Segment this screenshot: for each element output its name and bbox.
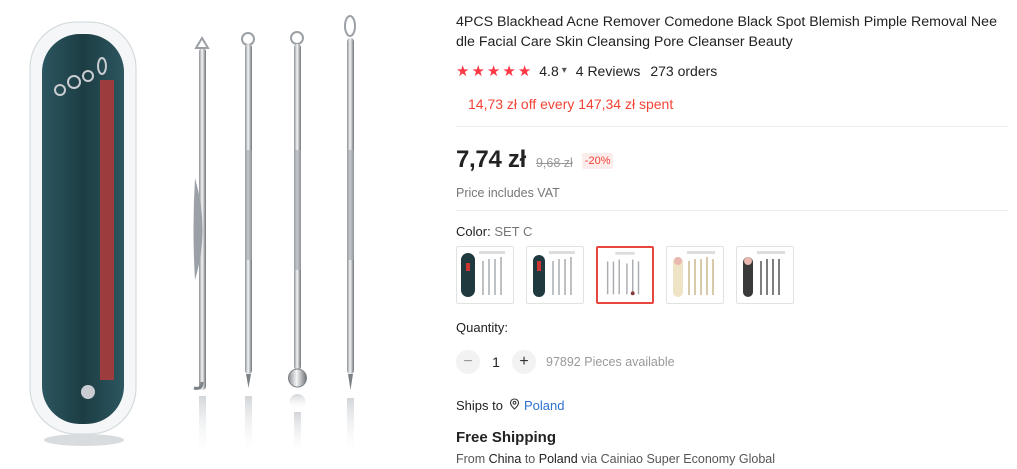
price-row: 7,74 zł 9,68 zł -20% [456,146,614,174]
route-to-label: to [524,452,536,466]
pieces-available: 97892 Pieces available [546,355,675,369]
color-swatch-set-d[interactable] [666,246,724,304]
tool-2-graphic [241,32,255,458]
star-icon: ★ [517,62,532,80]
divider [456,210,1008,211]
coupon-text[interactable]: 14,73 zł off every 147,34 zł spent [468,96,673,112]
quantity-plus-button[interactable]: + [512,350,536,374]
quantity-stepper: − 1 + 97892 Pieces available [456,350,675,374]
product-image[interactable] [0,0,440,469]
divider [456,126,1008,127]
free-shipping-title: Free Shipping [456,429,557,446]
route-destination: Poland [538,452,578,466]
discount-badge: -20% [581,153,614,169]
original-price: 9,68 zł [535,156,573,170]
tool-4-graphic [344,15,356,458]
shipping-route: From China to Poland via Cainiao Super E… [456,452,775,466]
color-swatch-set-a[interactable] [456,246,514,304]
color-swatch-set-e[interactable] [736,246,794,304]
rating-row: ★ ★ ★ ★ ★ 4.8 ▾ 4 Reviews 273 orders [456,61,717,81]
color-swatch-set-c[interactable] [596,246,654,304]
chevron-down-icon[interactable]: ▾ [562,65,567,76]
orders-count: 273 orders [650,63,718,79]
star-icon: ★ [502,62,516,80]
color-selected-value: SET C [494,224,533,239]
vat-note: Price includes VAT [456,186,560,200]
case-graphic [29,21,137,446]
product-info: 4PCS Blackhead Acne Remover Comedone Bla… [456,0,1008,469]
color-swatch-set-b[interactable] [526,246,584,304]
route-from-label: From [456,452,486,466]
reviews-link[interactable]: 4 Reviews [576,63,641,79]
route-carrier: via Cainiao Super Economy Global [581,452,776,466]
quantity-input[interactable]: 1 [480,354,512,370]
star-icon: ★ [456,62,470,80]
tool-1-graphic [193,36,210,458]
rating-stars: ★ ★ ★ ★ ★ [456,64,531,79]
tool-3-graphic [288,31,307,458]
route-origin: China [488,452,522,466]
current-price: 7,74 zł [456,146,526,173]
quantity-label: Quantity: [456,320,509,335]
quantity-minus-button[interactable]: − [456,350,480,374]
rating-value[interactable]: 4.8 [539,63,558,79]
ships-to-row: Ships to Poland [456,398,564,413]
ship-country-link[interactable]: Poland [524,398,564,413]
ships-to-label: Ships to [456,398,503,413]
product-title: 4PCS Blackhead Acne Remover Comedone Bla… [456,14,997,50]
color-label-text: Color: [456,224,491,239]
color-swatches [456,246,794,304]
star-icon: ★ [471,62,485,80]
color-label: Color: SET C [456,224,532,239]
star-icon: ★ [486,62,501,80]
location-pin-icon [509,398,520,413]
